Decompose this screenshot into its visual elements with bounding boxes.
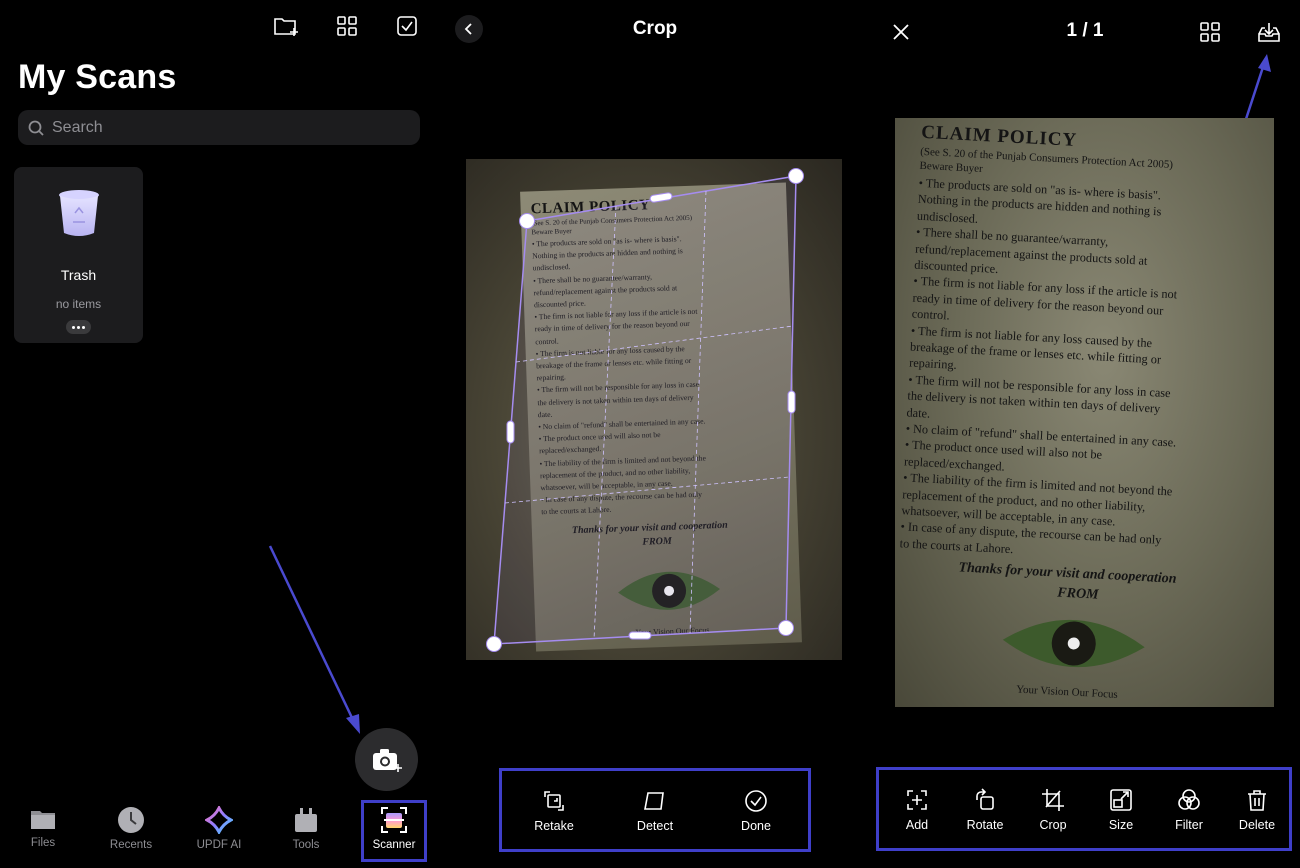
search-bar[interactable] xyxy=(18,110,420,145)
tool-label: Size xyxy=(1108,818,1134,832)
close-button[interactable] xyxy=(889,20,913,44)
tab-label: Files xyxy=(30,837,56,849)
tool-label: Rotate xyxy=(966,818,1004,832)
tab-updf-ai[interactable]: UPDF AI xyxy=(184,806,254,851)
scanner-highlight-box xyxy=(361,800,427,862)
doc-closing: Thanks for your visit and cooperation xyxy=(958,560,1177,587)
doc-closing2: FROM xyxy=(1056,585,1099,603)
tool-label: Detect xyxy=(636,819,674,833)
crop-frame[interactable] xyxy=(466,159,842,660)
tool-label: Done xyxy=(741,819,771,833)
crop-toolbar: Retake Detect Done xyxy=(499,768,811,852)
filter-button[interactable]: Filter xyxy=(1161,788,1217,832)
trash-item-count: no items xyxy=(55,297,102,311)
page-counter: 1 / 1 xyxy=(1066,20,1104,41)
tab-label: Tools xyxy=(292,839,320,851)
camera-plus-icon xyxy=(371,747,403,773)
rotate-button[interactable]: Rotate xyxy=(957,788,1013,832)
doc-line: repairing. xyxy=(908,355,957,373)
retake-icon xyxy=(542,789,566,813)
doc-line: date. xyxy=(906,405,931,421)
updf-ai-icon xyxy=(205,806,233,834)
close-icon xyxy=(892,23,910,41)
eye-logo xyxy=(997,601,1151,687)
detect-button[interactable]: Detect xyxy=(624,789,686,833)
crop-photo: CLAIM POLICY (See S. 20 of the Punjab Co… xyxy=(466,159,842,660)
tab-label: Recents xyxy=(109,839,153,851)
tool-label: Add xyxy=(905,818,929,832)
more-options-button[interactable] xyxy=(66,320,91,334)
scanned-page-preview[interactable]: CLAIM POLICY (See S. 20 of the Punjab Co… xyxy=(895,118,1274,707)
add-icon xyxy=(905,788,929,812)
annotation-arrow xyxy=(268,545,360,734)
tab-recents[interactable]: Recents xyxy=(96,806,166,851)
filter-icon xyxy=(1177,788,1201,812)
page-title: My Scans xyxy=(18,58,177,96)
crop-title: Crop xyxy=(632,18,678,39)
new-folder-icon[interactable] xyxy=(272,12,300,40)
trash-icon xyxy=(1245,788,1269,812)
size-button[interactable]: Size xyxy=(1093,788,1149,832)
done-button[interactable]: Done xyxy=(728,789,784,833)
crop-icon xyxy=(1041,788,1065,812)
files-icon xyxy=(29,806,57,832)
search-icon xyxy=(28,120,44,136)
chevron-left-icon xyxy=(464,22,474,36)
tab-tools[interactable]: Tools xyxy=(271,806,341,851)
tool-label: Retake xyxy=(534,819,574,833)
crop-button[interactable]: Crop xyxy=(1025,788,1081,832)
trash-folder-card[interactable]: Trash no items xyxy=(14,167,143,343)
rotate-icon xyxy=(973,788,997,812)
trash-label: Trash xyxy=(60,267,97,283)
delete-button[interactable]: Delete xyxy=(1229,788,1285,832)
tool-label: Delete xyxy=(1238,818,1276,832)
check-circle-icon xyxy=(744,789,768,813)
retake-button[interactable]: Retake xyxy=(524,789,584,833)
select-checkbox-icon[interactable] xyxy=(393,12,421,40)
detect-icon xyxy=(643,789,667,813)
doc-line: undisclosed. xyxy=(916,208,979,226)
tab-files[interactable]: Files xyxy=(8,806,78,849)
edit-toolbar: Add Rotate Crop Size Filter Delete xyxy=(876,767,1292,851)
tools-icon xyxy=(293,806,319,834)
doc-line: control. xyxy=(911,306,951,323)
camera-scan-button[interactable] xyxy=(355,728,418,791)
size-icon xyxy=(1109,788,1133,812)
add-button[interactable]: Add xyxy=(889,788,945,832)
doc-footer: Your Vision Our Focus xyxy=(1015,683,1119,701)
tool-label: Crop xyxy=(1039,818,1067,832)
trash-bin-icon xyxy=(58,189,100,239)
grid-view-icon[interactable] xyxy=(333,12,361,40)
doc-subtitle2: Beware Buyer xyxy=(919,159,984,176)
back-button[interactable] xyxy=(455,15,483,43)
clock-icon xyxy=(117,806,145,834)
tab-label: UPDF AI xyxy=(196,839,242,851)
save-tray-icon[interactable] xyxy=(1254,17,1284,47)
pages-grid-icon[interactable] xyxy=(1196,18,1224,46)
tool-label: Filter xyxy=(1175,818,1203,832)
search-input[interactable] xyxy=(50,117,404,138)
